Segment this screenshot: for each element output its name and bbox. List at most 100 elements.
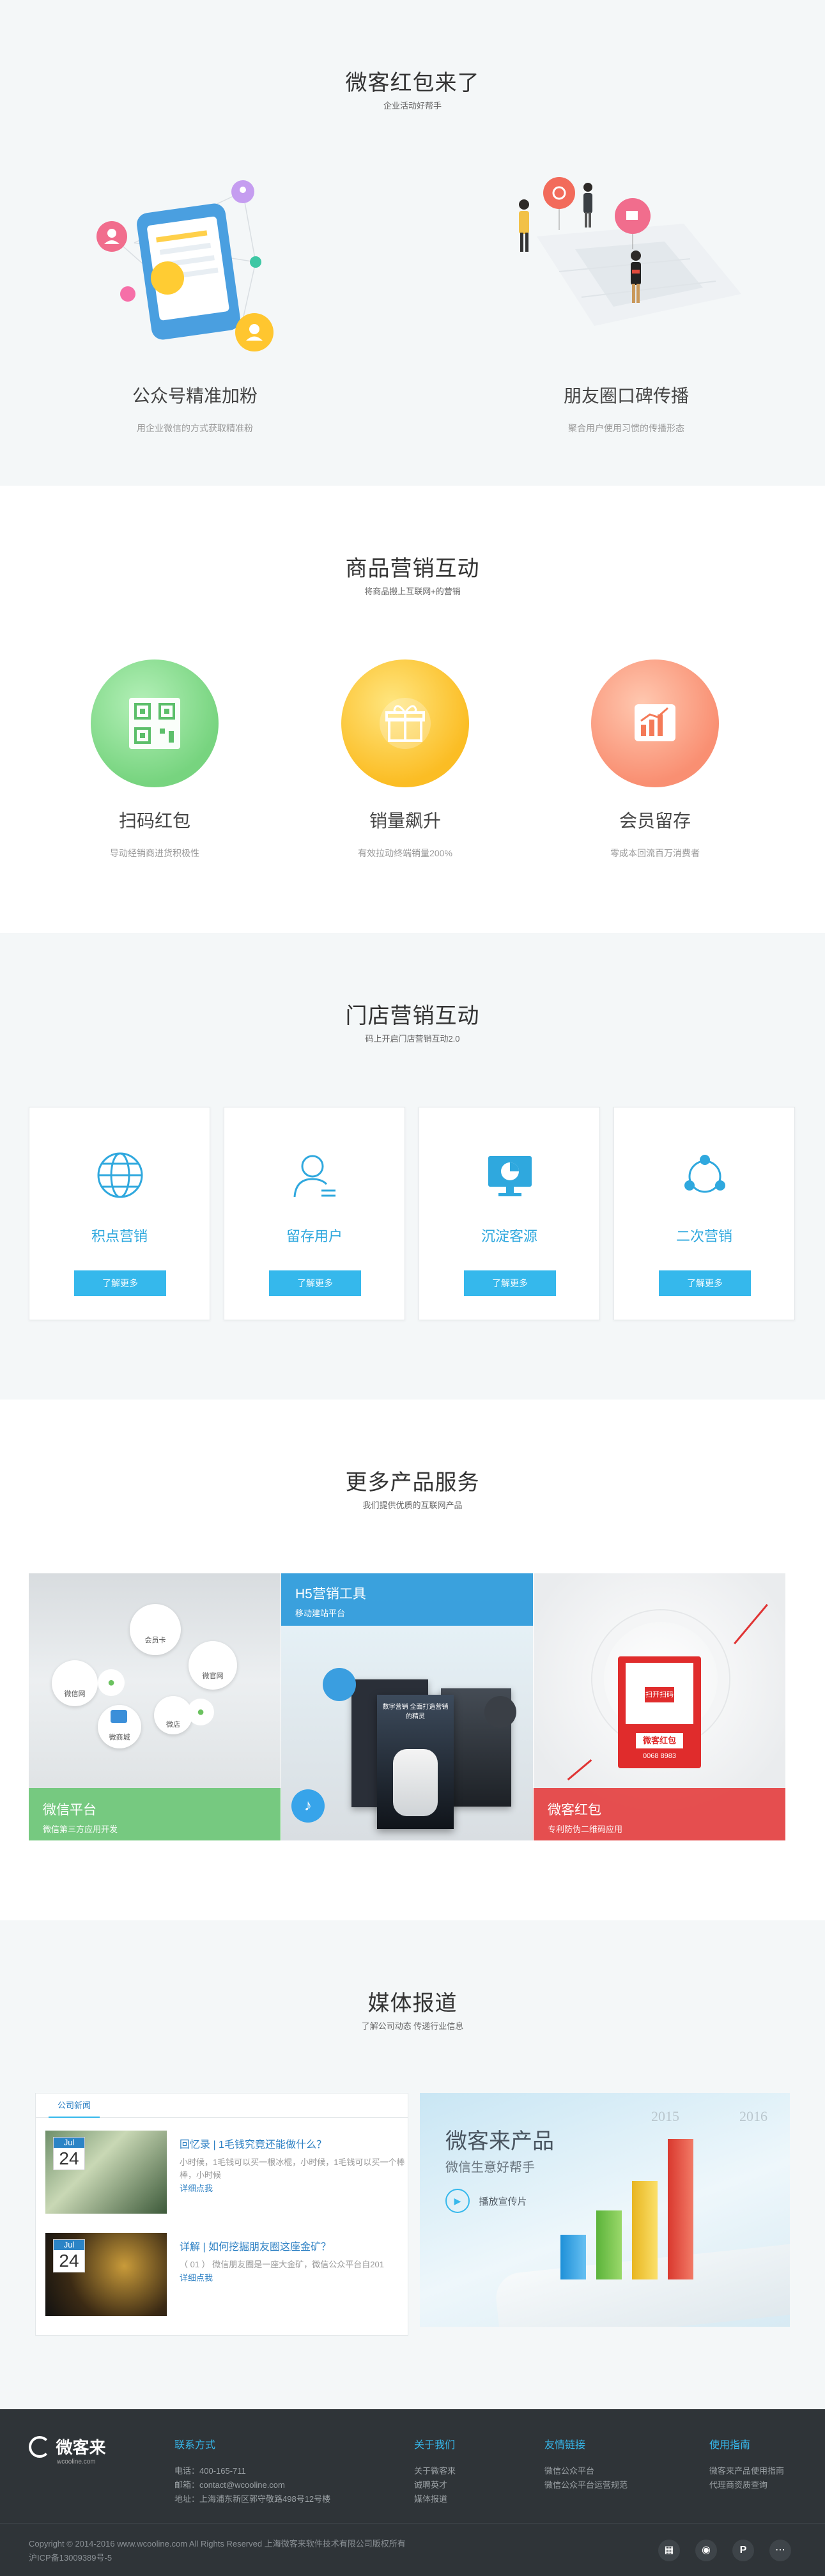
news-more-link[interactable]: 详细点我: [180, 2182, 410, 2194]
store-card: 留存用户 了解更多: [224, 1107, 405, 1320]
year-label: 2015: [651, 2108, 679, 2124]
store-card-label: 积点营销: [91, 1228, 148, 1244]
footer-link[interactable]: 诚聘英才: [414, 2478, 516, 2492]
store-card: 积点营销 了解更多: [29, 1107, 210, 1320]
play-video-button[interactable]: ▶ 播放宣传片: [445, 2189, 527, 2214]
goods-item-title: 扫码红包: [118, 811, 190, 831]
media-subtitle: 了解公司动态 传递行业信息: [361, 2021, 464, 2031]
monitor-pie-icon: [488, 1156, 532, 1196]
footer-link[interactable]: 代理商资质查询: [709, 2478, 818, 2492]
more-icon[interactable]: ⋯: [769, 2540, 791, 2561]
footer-heading: 联系方式: [174, 2440, 216, 2451]
news-date: Jul 24: [53, 2239, 85, 2272]
p-icon[interactable]: P: [732, 2540, 754, 2561]
hero-section: 微客红包来了 企业活动好帮手 公众号精准加粉 用企业微信的方式获取精准粉 朋友圈…: [0, 0, 825, 486]
image-icon: [323, 1668, 356, 1701]
store-card: 二次营销 了解更多: [613, 1107, 795, 1320]
learn-more-button[interactable]: 了解更多: [269, 1270, 361, 1296]
media-section: 媒体报道 了解公司动态 传递行业信息 公司新闻 Jul 24 回忆录 | 1毛钱…: [0, 1920, 825, 2409]
store-card: 沉淀客源 了解更多: [419, 1107, 600, 1320]
footer-link[interactable]: 微信公众平台运营规范: [544, 2478, 685, 2492]
news-more-link[interactable]: 详细点我: [180, 2271, 410, 2283]
bubble: 微官网: [189, 1641, 237, 1690]
icp-number: 沪ICP备13009389号-5: [29, 2553, 112, 2563]
bar-3d: [596, 2210, 622, 2279]
wechat-bubble-icon: ●: [98, 1669, 125, 1696]
footer-logo[interactable]: 微客来 wcooline.com: [29, 2435, 105, 2465]
more-title: 更多产品服务: [345, 1470, 480, 1495]
play-icon: ▶: [445, 2189, 470, 2213]
people-spread-illustration: [519, 177, 741, 326]
play-video-label: 播放宣传片: [479, 2196, 527, 2207]
wechat-platform-panel[interactable]: 会员卡 微信网 微官网 微店 微商城 ● ● 微信平台 微信第三方应用开发: [29, 1573, 281, 1840]
product-desc: 移动建站平台: [295, 1608, 346, 1618]
product-desc: 微信第三方应用开发: [43, 1824, 118, 1834]
product-panels: 会员卡 微信网 微官网 微店 微商城 ● ● 微信平台 微信第三方应用开发 H5…: [29, 1573, 785, 1840]
goods-title: 商品营销互动: [345, 557, 480, 581]
product-caption-top: H5营销工具 移动建站平台: [281, 1573, 533, 1626]
product-title: H5营销工具: [295, 1587, 366, 1601]
bubble: 微店: [154, 1696, 192, 1734]
footer-link[interactable]: 微信公众平台: [544, 2464, 685, 2478]
feature-desc: 聚合用户使用习惯的传播形态: [568, 423, 684, 433]
news-headline[interactable]: 详解 | 如何挖掘朋友圈这座金矿？: [180, 2238, 410, 2253]
footer-heading: 友情链接: [544, 2440, 586, 2451]
goods-item-desc: 有效拉动终端销量200%: [358, 848, 452, 858]
news-tabbar: 公司新闻: [36, 2094, 408, 2118]
tab-company-news[interactable]: 公司新闻: [49, 2094, 100, 2118]
news-month: Jul: [54, 2240, 84, 2250]
footer-text: 电话：400-165-711: [174, 2466, 246, 2476]
goods-item-title: 销量飙升: [369, 811, 441, 831]
bar-3d: [668, 2139, 693, 2279]
footer-text: 地址：上海浦东新区郭守敬路498号12号楼: [174, 2494, 331, 2504]
footer-heading: 使用指南: [709, 2440, 751, 2451]
footer-link[interactable]: 微客来产品使用指南: [709, 2464, 818, 2478]
gift-icon: [380, 698, 431, 749]
logo-text: 微客来: [56, 2438, 106, 2457]
more-subtitle: 我们提供优质的互联网产品: [362, 1500, 463, 1510]
news-panel: 公司新闻 Jul 24 回忆录 | 1毛钱究竟还能做什么？ 小时候，1毛钱可以买…: [35, 2093, 408, 2336]
product-title: 微信平台: [43, 1803, 96, 1817]
red-packet-panel[interactable]: 扫开扫码 微客红包 0068 8983 微客红包 专利防伪二维码应用: [534, 1573, 785, 1840]
red-line-deco: [734, 1603, 768, 1645]
goods-section: 商品营销互动 将商品搬上互联网+的营销 扫码红包 导动经销商进货积极性 销量飙升…: [0, 486, 825, 933]
goods-item-desc: 零成本回流百万消费者: [610, 848, 700, 858]
feature-title: 朋友圈口碑传播: [563, 386, 689, 406]
news-headline[interactable]: 回忆录 | 1毛钱究竟还能做什么？: [180, 2136, 410, 2151]
phone-social-illustration: [96, 180, 274, 351]
promo-banner[interactable]: 微客来产品 微信生意好帮手 ▶ 播放宣传片 2015 2016: [420, 2093, 790, 2327]
qr-number: 0068 8983: [643, 1752, 676, 1760]
footer-text: 邮箱：contact@wcooline.com: [174, 2480, 285, 2490]
chart-grow-icon: [635, 704, 675, 741]
hero-title: 微客红包来了: [345, 71, 480, 95]
footer-heading: 关于我们: [414, 2440, 456, 2451]
footer-link[interactable]: 媒体报道: [414, 2492, 516, 2506]
music-icon: ♪: [291, 1789, 325, 1823]
news-item[interactable]: Jul 24 回忆录 | 1毛钱究竟还能做什么？ 小时候，1毛钱可以买一根冰棍，…: [45, 2131, 416, 2219]
bar-3d: [560, 2235, 586, 2279]
qr-bottom-label: 微客红包: [636, 1733, 683, 1748]
copyright: Copyright © 2014-2016 www.wcooline.com A…: [29, 2539, 406, 2549]
bar-3d: [632, 2181, 658, 2279]
bubble: 会员卡: [130, 1604, 181, 1655]
learn-more-button[interactable]: 了解更多: [74, 1270, 166, 1296]
feature-desc: 用企业微信的方式获取精准粉: [137, 423, 253, 433]
store-title: 门店营销互动: [345, 1004, 480, 1028]
store-card-label: 沉淀客源: [481, 1228, 537, 1244]
more-products-section: 更多产品服务 我们提供优质的互联网产品 会员卡 微信网 微官网 微店 微商城 ●…: [0, 1400, 825, 1920]
learn-more-button[interactable]: 了解更多: [659, 1270, 751, 1296]
weibo-icon[interactable]: ◉: [695, 2540, 717, 2561]
learn-more-button[interactable]: 了解更多: [464, 1270, 556, 1296]
qrcode-social-icon[interactable]: ▦: [658, 2540, 680, 2561]
user-retain-icon: [293, 1155, 335, 1198]
feature-title: 公众号精准加粉: [132, 386, 258, 406]
h5-tool-panel[interactable]: H5营销工具 移动建站平台 数字营销 全面打造营销的精灵 ♪: [281, 1573, 533, 1840]
goods-item-title: 会员留存: [619, 811, 691, 831]
news-date: Jul 24: [53, 2137, 85, 2170]
news-item[interactable]: Jul 24 详解 | 如何挖掘朋友圈这座金矿？ （ 01 ） 微信朋友圈是一座…: [45, 2233, 416, 2321]
product-title: 微客红包: [548, 1803, 601, 1817]
footer-link[interactable]: 关于微客来: [414, 2464, 516, 2478]
media-title: 媒体报道: [367, 1991, 458, 2016]
footer-divider: [0, 2523, 825, 2524]
cycle-icon: [684, 1155, 725, 1193]
